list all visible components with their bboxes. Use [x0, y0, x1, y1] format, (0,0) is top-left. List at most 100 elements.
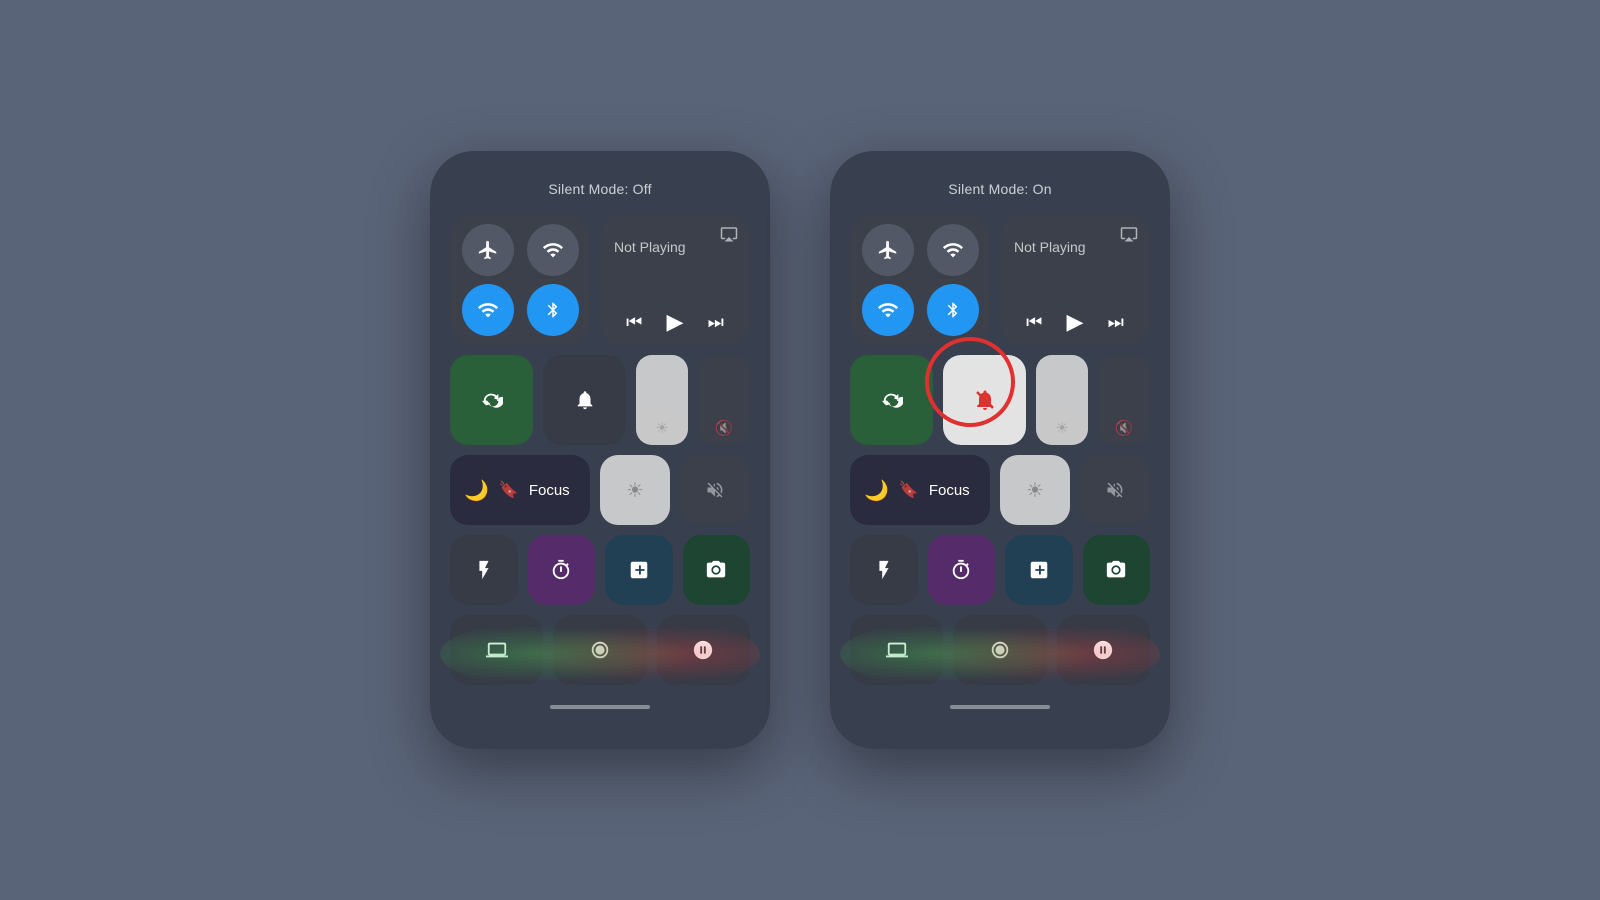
- now-playing-block-on: Not Playing ⏮ ▶ ⏭: [1000, 215, 1150, 345]
- app-icon-focus-off: 🔖: [499, 480, 519, 500]
- moon-icon-on: 🌙: [864, 478, 889, 503]
- volume-btn-focus-row-on[interactable]: [1080, 455, 1150, 525]
- bell-silent-button-on[interactable]: [943, 355, 1026, 445]
- row-focus-off: 🌙 🔖 Focus ☀: [450, 455, 750, 525]
- calculator-icon-on: [1028, 559, 1050, 581]
- camera-button-off[interactable]: [683, 535, 751, 605]
- shazam-button-off[interactable]: [657, 615, 750, 685]
- airplane-mode-cell-on: [858, 223, 917, 277]
- mute-icon-on: [1105, 480, 1125, 500]
- volume-slider-on[interactable]: 🔇: [1098, 355, 1150, 445]
- cellular-icon-on: [942, 239, 964, 261]
- volume-slider-off[interactable]: 🔇: [698, 355, 750, 445]
- airplane-mode-cell-off: [458, 223, 517, 277]
- camera-icon-off: [705, 559, 727, 581]
- cellular-button-on[interactable]: [927, 224, 979, 276]
- row-apps1-on: [850, 535, 1150, 605]
- home-indicator-on: [950, 705, 1050, 709]
- playback-controls-on: ⏮ ▶ ⏭: [1014, 309, 1136, 335]
- calculator-button-off[interactable]: [605, 535, 673, 605]
- silent-bell-wrapper: [943, 355, 1026, 445]
- bluetooth-icon-off: [544, 299, 562, 321]
- timer-icon-off: [550, 559, 572, 581]
- screen-mirror-button-off[interactable]: [450, 615, 543, 685]
- now-playing-block-off: Not Playing ⏮ ▶ ⏭: [600, 215, 750, 345]
- comparison-container: Silent Mode: Off: [430, 151, 1170, 749]
- flashlight-button-on[interactable]: [850, 535, 918, 605]
- lock-rotation-icon-on: [881, 389, 903, 411]
- brightness-btn-focus-row-on[interactable]: ☀: [1000, 455, 1070, 525]
- airplane-mode-button-on[interactable]: [862, 224, 914, 276]
- record-button-off[interactable]: [553, 615, 646, 685]
- timer-button-on[interactable]: [928, 535, 996, 605]
- flashlight-icon-on: [873, 559, 895, 581]
- wifi-cell-off: [458, 283, 517, 337]
- airplay-svg-on: [1120, 225, 1138, 243]
- record-icon-off: [589, 639, 611, 661]
- volume-icon-on: 🔇: [1115, 419, 1134, 437]
- wifi-icon-off: [477, 299, 499, 321]
- panel-silent-on: Silent Mode: On: [830, 151, 1170, 749]
- airplay-icon-off[interactable]: [720, 225, 738, 248]
- airplay-icon-on[interactable]: [1120, 225, 1138, 248]
- row-small-on: ☀ 🔇: [850, 355, 1150, 445]
- row-apps2-on: [850, 615, 1150, 685]
- screen-mirror-icon-off: [486, 639, 508, 661]
- airplane-icon-off: [477, 239, 499, 261]
- airplay-svg-off: [720, 225, 738, 243]
- brightness-slider-on[interactable]: ☀: [1036, 355, 1088, 445]
- bluetooth-icon-on: [944, 299, 962, 321]
- wifi-button-off[interactable]: [462, 284, 514, 336]
- lock-rotation-button-on[interactable]: [850, 355, 933, 445]
- bluetooth-button-off[interactable]: [527, 284, 579, 336]
- play-button-off[interactable]: ▶: [667, 309, 684, 335]
- shazam-icon-on: [1092, 639, 1114, 661]
- wifi-cell-on: [858, 283, 917, 337]
- panel-off-label: Silent Mode: Off: [450, 181, 750, 197]
- row-small-off: ☀ 🔇: [450, 355, 750, 445]
- fast-forward-button-off[interactable]: ⏭: [708, 312, 724, 333]
- sun-icon-on: ☀: [1026, 478, 1044, 503]
- timer-button-off[interactable]: [528, 535, 596, 605]
- wifi-button-on[interactable]: [862, 284, 914, 336]
- volume-btn-focus-row-off[interactable]: [680, 455, 750, 525]
- bluetooth-button-on[interactable]: [927, 284, 979, 336]
- mute-icon-off: [705, 480, 725, 500]
- record-icon-on: [989, 639, 1011, 661]
- play-button-on[interactable]: ▶: [1067, 309, 1084, 335]
- brightness-btn-focus-row-off[interactable]: ☀: [600, 455, 670, 525]
- bell-silent-icon-on: [973, 388, 997, 412]
- not-playing-label-on: Not Playing: [1014, 239, 1136, 255]
- lock-rotation-button-off[interactable]: [450, 355, 533, 445]
- shazam-button-on[interactable]: [1057, 615, 1150, 685]
- camera-button-on[interactable]: [1083, 535, 1151, 605]
- row-connectivity-off: Not Playing ⏮ ▶ ⏭: [450, 215, 750, 345]
- camera-icon-on: [1105, 559, 1127, 581]
- focus-button-on[interactable]: 🌙 🔖 Focus: [850, 455, 990, 525]
- rewind-button-off[interactable]: ⏮: [626, 312, 642, 333]
- not-playing-label-off: Not Playing: [614, 239, 736, 255]
- airplane-mode-button-off[interactable]: [462, 224, 514, 276]
- cellular-button-off[interactable]: [527, 224, 579, 276]
- flashlight-icon-off: [473, 559, 495, 581]
- brightness-slider-off[interactable]: ☀: [636, 355, 688, 445]
- control-center-grid-on: Not Playing ⏮ ▶ ⏭: [850, 215, 1150, 685]
- airplane-icon-on: [877, 239, 899, 261]
- connectivity-block-on: [850, 215, 990, 345]
- flashlight-button-off[interactable]: [450, 535, 518, 605]
- bell-icon-off: [574, 389, 596, 411]
- bell-button-off[interactable]: [543, 355, 626, 445]
- screen-mirror-button-on[interactable]: [850, 615, 943, 685]
- calculator-icon-off: [628, 559, 650, 581]
- rewind-button-on[interactable]: ⏮: [1026, 312, 1042, 333]
- fast-forward-button-on[interactable]: ⏭: [1108, 312, 1124, 333]
- screen-mirror-icon-on: [886, 639, 908, 661]
- record-button-on[interactable]: [953, 615, 1046, 685]
- panel-on-label: Silent Mode: On: [850, 181, 1150, 197]
- cellular-cell-on: [923, 223, 982, 277]
- bluetooth-cell-on: [923, 283, 982, 337]
- calculator-button-on[interactable]: [1005, 535, 1073, 605]
- focus-button-off[interactable]: 🌙 🔖 Focus: [450, 455, 590, 525]
- lock-rotation-icon-off: [481, 389, 503, 411]
- home-indicator-off: [550, 705, 650, 709]
